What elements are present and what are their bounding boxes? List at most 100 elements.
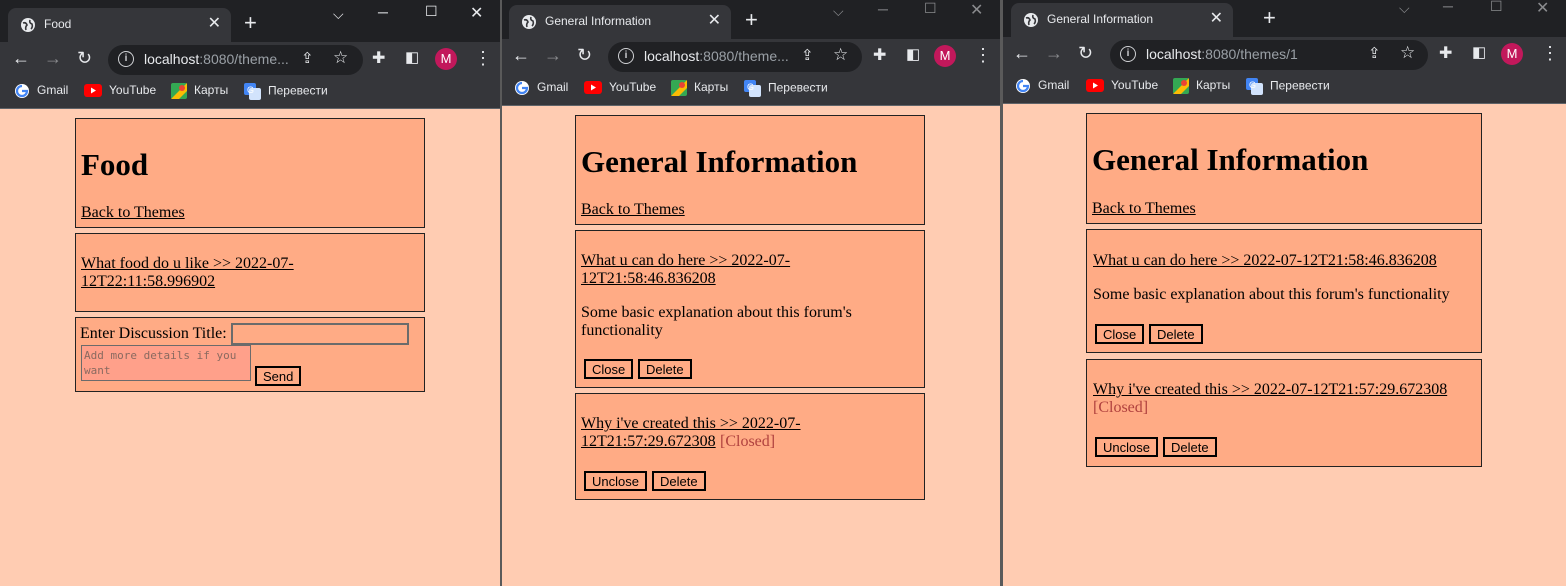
close-button[interactable]: Close [584, 359, 634, 379]
info-icon[interactable]: i [618, 48, 634, 64]
topic-link[interactable]: What u can do here >> 2022-07-12T21:58:4… [581, 252, 790, 288]
star-icon[interactable]: ☆ [333, 48, 348, 68]
tab-strip: General Information ✕ + ⌵ ─ ☐ ✕ [1003, 0, 1566, 37]
details-textarea[interactable]: Add more details if you want [81, 345, 251, 381]
sidepanel-icon[interactable]: ◧ [906, 45, 920, 63]
chevron-down-icon[interactable]: ⌵ [833, 3, 844, 20]
close-tab-icon[interactable]: ✕ [1210, 8, 1223, 28]
sidepanel-icon[interactable]: ◧ [405, 48, 419, 66]
star-icon[interactable]: ☆ [1400, 43, 1415, 63]
maximize-icon[interactable]: ☐ [924, 0, 937, 17]
youtube-icon [84, 84, 102, 98]
browser-window-food: Food ✕ + ⌵ ─ ☐ ✕ ← → ↻ i localhost:8080/… [0, 0, 500, 586]
send-button[interactable]: Send [255, 366, 302, 386]
tab-general-information[interactable]: General Information ✕ [1011, 3, 1233, 37]
unclose-button[interactable]: Unclose [584, 471, 647, 491]
discussion-title-label: Enter Discussion Title: [80, 325, 227, 342]
bookmark-gmail[interactable]: Gmail [1015, 78, 1069, 94]
minimize-icon[interactable]: ─ [1443, 0, 1453, 14]
share-icon[interactable]: ⇪ [801, 46, 814, 64]
page-content: General Information Back to Themes What … [1003, 104, 1566, 586]
avatar[interactable]: M [1501, 43, 1523, 65]
close-tab-icon[interactable]: ✕ [208, 13, 221, 33]
share-icon[interactable]: ⇪ [301, 49, 314, 67]
kebab-menu-icon[interactable]: ⋮ [1541, 43, 1559, 64]
topic-link[interactable]: What u can do here >> 2022-07-12T21:58:4… [1093, 252, 1437, 270]
address-bar[interactable]: i localhost:8080/theme... ⇪ ☆ [608, 42, 862, 72]
arrow-left-icon[interactable]: ← [12, 48, 30, 69]
back-to-themes-link[interactable]: Back to Themes [581, 201, 685, 219]
new-tab-icon[interactable]: + [244, 10, 257, 36]
new-tab-icon[interactable]: + [745, 7, 758, 33]
kebab-menu-icon[interactable]: ⋮ [974, 45, 992, 66]
maximize-icon[interactable]: ☐ [1490, 0, 1503, 15]
close-tab-icon[interactable]: ✕ [708, 10, 721, 30]
address-bar[interactable]: i localhost:8080/themes/1 ⇪ ☆ [1110, 40, 1428, 70]
browser-window-general-info: General Information ✕ + ⌵ ─ ☐ ✕ ← → ↻ i … [502, 0, 1000, 586]
bookmark-translate[interactable]: G Перевести [244, 83, 328, 100]
bookmark-translate[interactable]: G Перевести [1246, 78, 1330, 95]
bookmarks-bar: Gmail YouTube Карты G Перевести [1003, 73, 1566, 104]
close-window-icon[interactable]: ✕ [970, 0, 983, 20]
back-to-themes-link[interactable]: Back to Themes [1092, 200, 1196, 218]
reload-icon[interactable]: ↻ [1078, 43, 1093, 64]
delete-button[interactable]: Delete [638, 359, 692, 379]
browser-window-themes-1: General Information ✕ + ⌵ ─ ☐ ✕ ← → ↻ i … [1003, 0, 1566, 586]
chevron-down-icon[interactable]: ⌵ [1399, 0, 1410, 17]
bookmark-youtube[interactable]: YouTube [1086, 78, 1158, 93]
unclose-button[interactable]: Unclose [1095, 437, 1158, 457]
topic-box-2: Why i've created this >> 2022-07-12T21:5… [575, 393, 925, 500]
puzzle-icon[interactable]: ✚ [1439, 43, 1452, 63]
bookmarks-bar: Gmail YouTube Карты G Перевести [0, 78, 500, 109]
topic-link[interactable]: Why i've created this >> 2022-07-12T21:5… [1093, 381, 1447, 399]
tab-general-information[interactable]: General Information ✕ [509, 5, 731, 39]
topic-link[interactable]: What food do u like >> 2022-07- 12T22:11:… [81, 255, 294, 291]
arrow-right-icon[interactable]: → [1045, 43, 1063, 64]
delete-button[interactable]: Delete [652, 471, 706, 491]
arrow-right-icon[interactable]: → [44, 48, 62, 69]
bookmark-maps[interactable]: Карты [1173, 78, 1230, 94]
translate-icon: G [744, 80, 761, 97]
back-to-themes-link[interactable]: Back to Themes [81, 204, 185, 222]
tab-food[interactable]: Food ✕ [8, 8, 231, 42]
delete-button[interactable]: Delete [1163, 437, 1217, 457]
puzzle-icon[interactable]: ✚ [372, 48, 385, 68]
arrow-right-icon[interactable]: → [544, 45, 562, 66]
minimize-icon[interactable]: ─ [378, 4, 388, 20]
kebab-menu-icon[interactable]: ⋮ [474, 48, 492, 69]
reload-icon[interactable]: ↻ [77, 48, 92, 69]
info-icon[interactable]: i [1120, 46, 1136, 62]
arrow-left-icon[interactable]: ← [512, 45, 530, 66]
avatar[interactable]: M [934, 45, 956, 67]
close-button[interactable]: Close [1095, 324, 1145, 344]
globe-icon [21, 18, 35, 32]
address-bar[interactable]: i localhost:8080/theme... ⇪ ☆ [108, 45, 363, 75]
discussion-title-input[interactable] [231, 323, 409, 345]
close-window-icon[interactable]: ✕ [470, 3, 483, 23]
bookmark-maps[interactable]: Карты [671, 80, 728, 96]
delete-button[interactable]: Delete [1149, 324, 1203, 344]
maximize-icon[interactable]: ☐ [425, 3, 438, 20]
avatar[interactable]: M [435, 48, 457, 70]
sidepanel-icon[interactable]: ◧ [1472, 43, 1486, 61]
bookmark-gmail[interactable]: Gmail [514, 80, 568, 96]
reload-icon[interactable]: ↻ [577, 45, 592, 66]
bookmark-youtube[interactable]: YouTube [84, 83, 156, 98]
minimize-icon[interactable]: ─ [878, 1, 888, 17]
bookmark-translate[interactable]: G Перевести [744, 80, 828, 97]
puzzle-icon[interactable]: ✚ [873, 45, 886, 65]
arrow-left-icon[interactable]: ← [1013, 43, 1031, 64]
header-box: General Information Back to Themes [575, 115, 925, 225]
svg-text:G: G [247, 85, 254, 95]
url-text: localhost:8080/theme... [144, 51, 289, 67]
bookmark-maps[interactable]: Карты [171, 83, 228, 99]
bookmark-gmail[interactable]: Gmail [14, 83, 68, 99]
info-icon[interactable]: i [118, 51, 134, 67]
bookmark-youtube[interactable]: YouTube [584, 80, 656, 95]
star-icon[interactable]: ☆ [833, 45, 848, 65]
new-tab-icon[interactable]: + [1263, 5, 1276, 31]
share-icon[interactable]: ⇪ [1368, 44, 1381, 62]
close-window-icon[interactable]: ✕ [1536, 0, 1549, 18]
chevron-down-icon[interactable]: ⌵ [333, 6, 344, 23]
topic-box-1: What u can do here >> 2022-07-12T21:58:4… [575, 230, 925, 388]
